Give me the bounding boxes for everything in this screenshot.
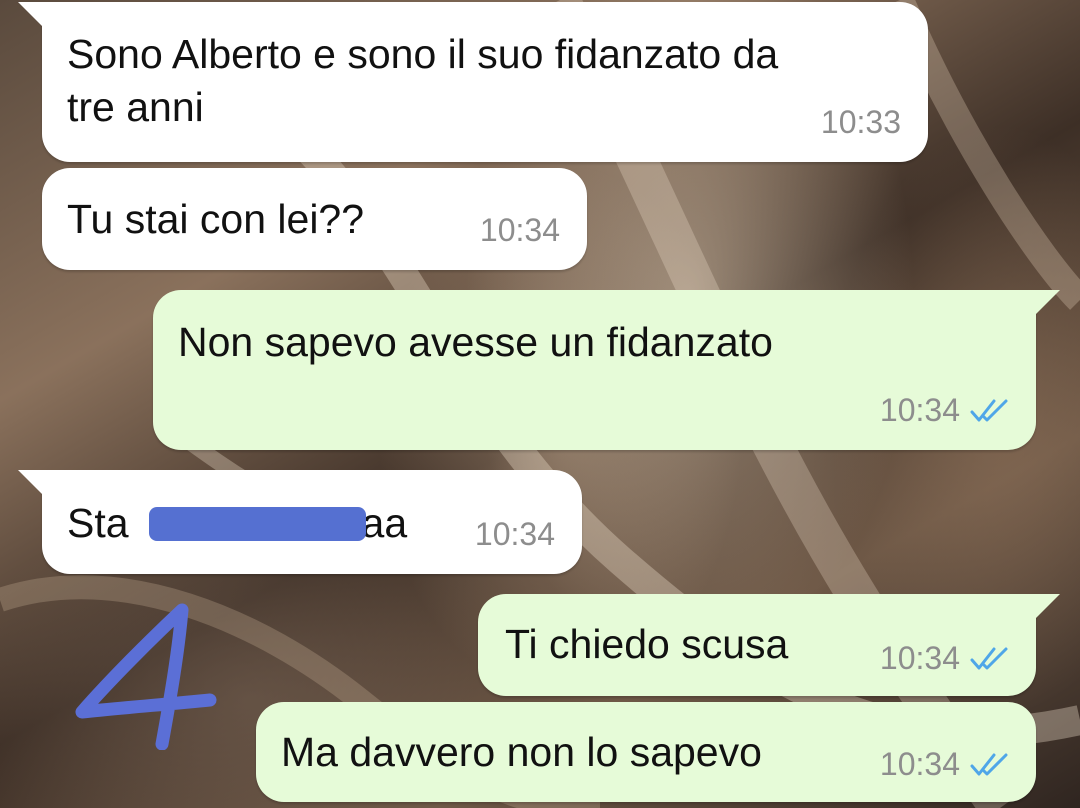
handwritten-number-annotation <box>75 603 217 750</box>
redaction-box <box>149 507 366 541</box>
message-text: Non sapevo avesse un fidanzato <box>178 319 773 365</box>
double-check-read-icon <box>970 753 1008 776</box>
message-meta: 10:34 <box>480 210 560 252</box>
message-bubble-incoming[interactable]: Tu stai con lei?? 10:34 <box>42 168 587 270</box>
message-time: 10:34 <box>879 392 960 429</box>
message-meta: 10:34 <box>880 390 1016 432</box>
message-time: 10:33 <box>820 104 901 141</box>
message-bubble-outgoing[interactable]: Ti chiedo scusa 10:34 <box>478 594 1060 696</box>
message-meta: 10:33 <box>821 102 901 144</box>
double-check-read-icon <box>970 399 1008 422</box>
message-meta: 10:34 <box>475 514 555 556</box>
message-bubble-outgoing[interactable]: Ma davvero non lo sapevo 10:34 <box>256 702 1036 802</box>
double-check-read-icon <box>970 647 1008 670</box>
message-bubble-incoming[interactable]: Sta aa 10:34 <box>18 470 582 574</box>
message-text: Sono Alberto e sono il suo fidanzato da … <box>67 31 779 131</box>
message-meta: 10:34 <box>880 744 1016 786</box>
message-text: Ti chiedo scusa <box>505 621 789 667</box>
message-text: Tu stai con lei?? <box>67 196 365 242</box>
message-bubble-outgoing[interactable]: Non sapevo avesse un fidanzato 10:34 <box>153 290 1060 450</box>
message-time: 10:34 <box>879 640 960 677</box>
message-bubble-incoming[interactable]: Sono Alberto e sono il suo fidanzato da … <box>18 2 928 162</box>
message-text: Ma davvero non lo sapevo <box>281 729 762 775</box>
message-time: 10:34 <box>479 212 560 249</box>
message-meta: 10:34 <box>880 638 1016 680</box>
message-time: 10:34 <box>474 516 555 553</box>
message-time: 10:34 <box>879 746 960 783</box>
